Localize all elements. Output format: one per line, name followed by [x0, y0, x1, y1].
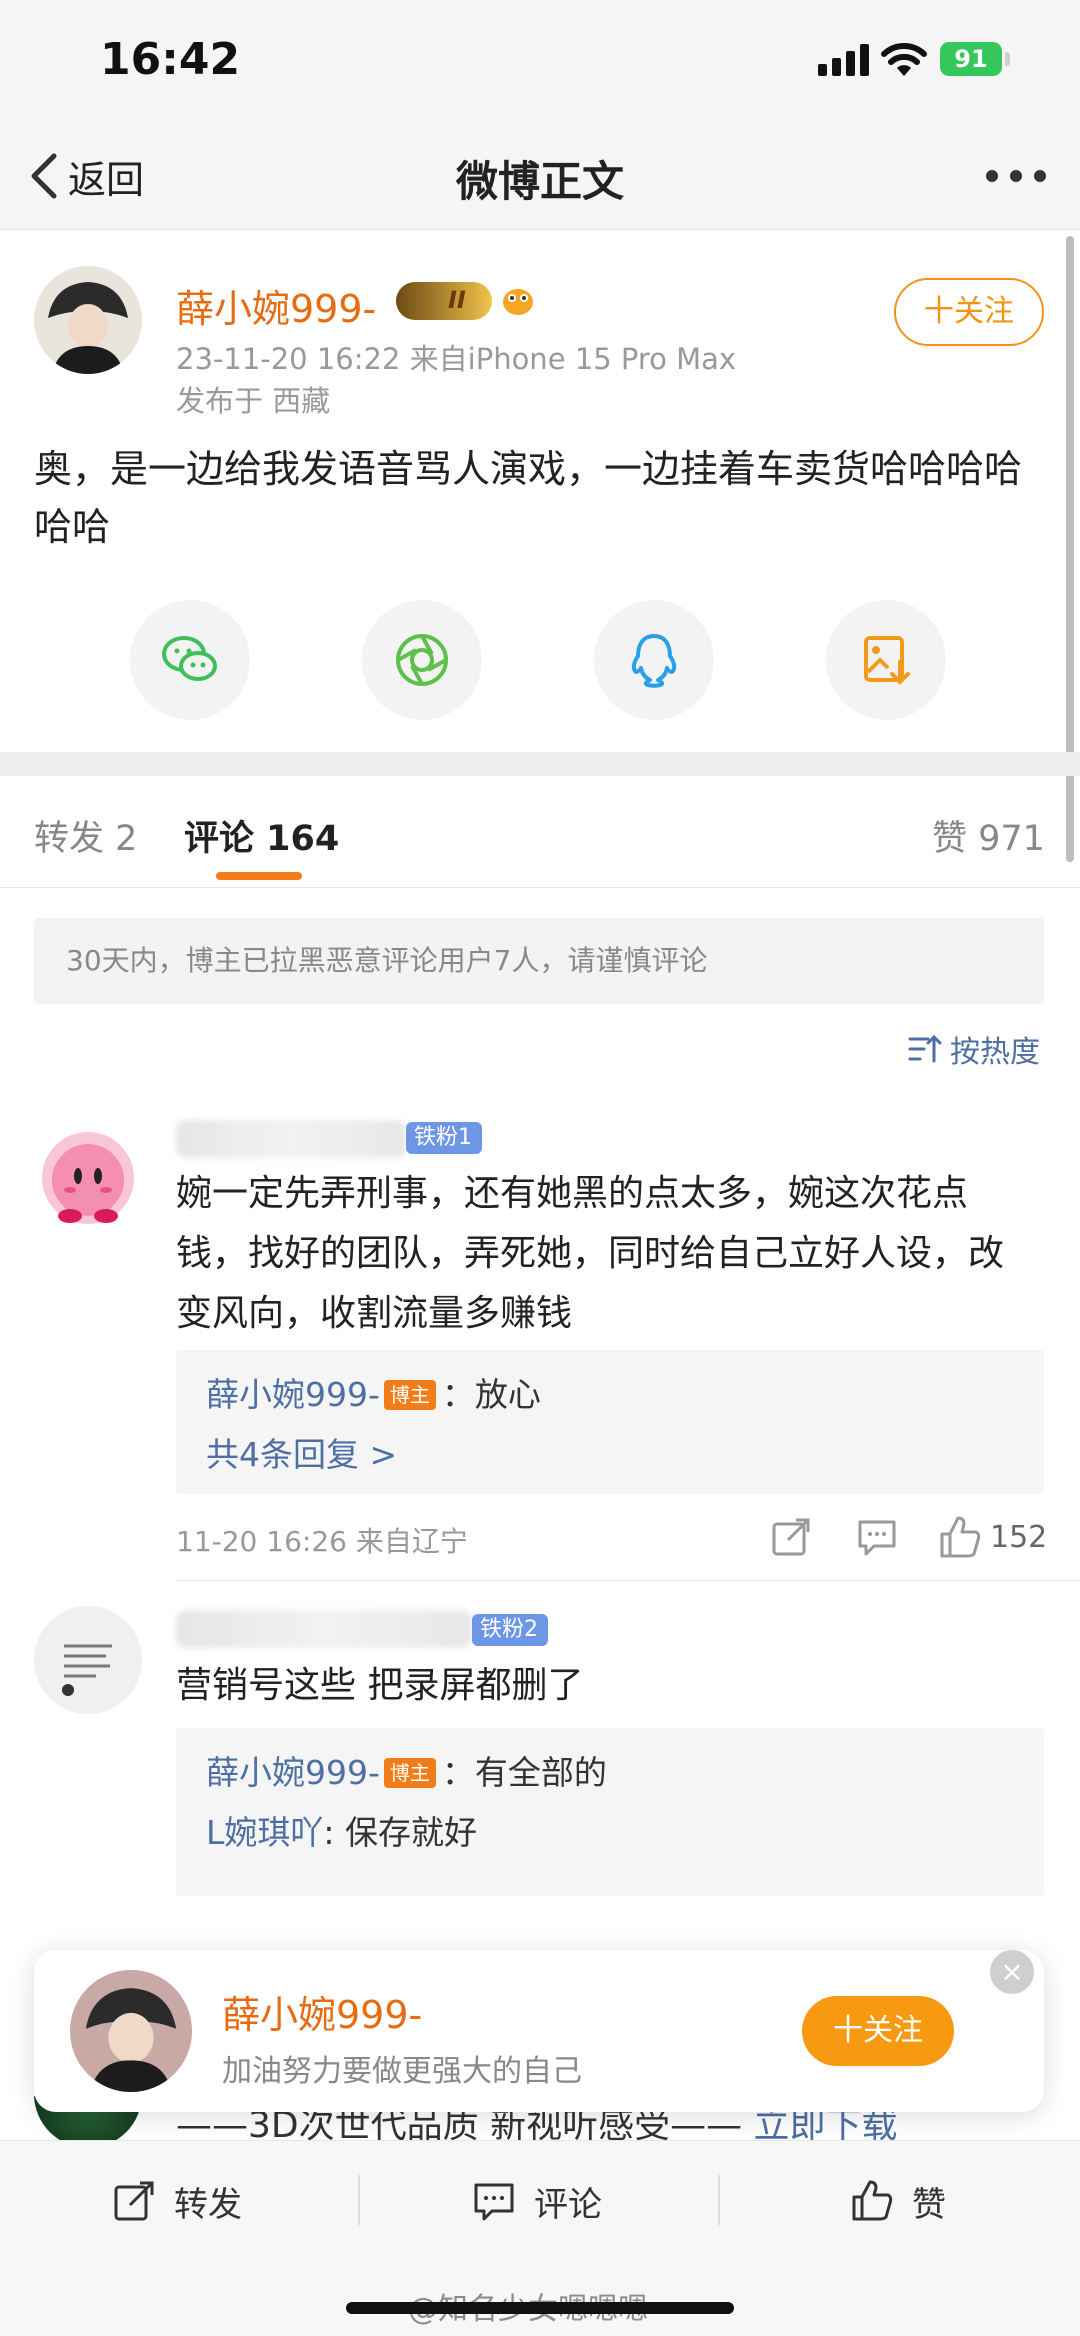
reply-author[interactable]: 薛小婉999- [206, 1753, 380, 1792]
reply-line: 薛小婉999- 博主 ：有全部的 [206, 1746, 607, 1794]
commenter-name-redacted [176, 1610, 472, 1648]
wifi-icon [881, 43, 927, 76]
follow-button[interactable]: 十关注 [894, 278, 1044, 346]
wechat-icon [162, 636, 217, 681]
like-label: 赞 [912, 2184, 946, 2225]
vip-level: II [448, 286, 466, 314]
more-options-icon[interactable] [986, 170, 1046, 186]
battery-icon: 91 [940, 42, 1002, 76]
reply-author[interactable]: L婉琪吖 [206, 1813, 323, 1852]
like-button[interactable]: 赞 [850, 2171, 946, 2231]
card-name[interactable]: 薛小婉999- [222, 1984, 422, 2039]
page-title: 微博正文 [455, 157, 624, 206]
fan-badge: 铁粉1 [406, 1122, 482, 1154]
fan-badge: 铁粉2 [472, 1614, 548, 1646]
card-follow-button[interactable]: 十关注 [802, 1996, 954, 2066]
section-divider [0, 752, 1080, 776]
comment-meta: 11-20 16:26 来自辽宁 [176, 1525, 468, 1558]
goldfish-badge-icon [503, 289, 533, 315]
qq-icon [631, 634, 677, 688]
home-indicator[interactable] [346, 2302, 734, 2314]
nav-bar: 返回 微博正文 [0, 120, 1080, 230]
battery-tip [1005, 52, 1010, 66]
commenter-avatar[interactable] [34, 1606, 142, 1714]
tab-active-indicator [216, 872, 302, 880]
reply-preview[interactable]: 薛小婉999- 博主 ：放心 共4条回复 > [176, 1350, 1044, 1494]
author-name[interactable]: 薛小婉999- [176, 278, 376, 333]
post-tabs: 转发 2 评论 164 赞 971 [0, 776, 1080, 888]
cellular-signal-icon [818, 44, 870, 76]
comment-icon [474, 2183, 514, 2221]
like-icon[interactable] [936, 1512, 986, 1562]
card-avatar[interactable] [70, 1970, 192, 2092]
follow-suggestion-card: 薛小婉999- 加油努力要做更强大的自己 十关注 [34, 1950, 1044, 2112]
commenter-avatar[interactable] [34, 1124, 142, 1232]
comment-icon[interactable] [852, 1512, 902, 1562]
tab-repost[interactable]: 转发 2 [34, 810, 137, 861]
sort-label: 按热度 [950, 1035, 1040, 1070]
save-image-icon [864, 636, 910, 685]
reply-text: ：放心 [441, 1375, 541, 1414]
status-bar: 16:42 91 [0, 0, 1080, 120]
vip-badge-icon [396, 282, 492, 320]
reply-author[interactable]: 薛小婉999- [206, 1375, 380, 1414]
post-body: 奥，是一边给我发语音骂人演戏，一边挂着车卖货哈哈哈哈哈哈 [34, 447, 1023, 549]
save-image-button[interactable] [826, 600, 946, 720]
reply-text: : 保存就好 [323, 1813, 477, 1852]
share-qq-button[interactable] [594, 600, 714, 720]
comment-text: 婉一定先弄刑事，还有她黑的点太多，婉这次花点钱，找好的团队，弄死她，同时给自己立… [176, 1173, 1005, 1334]
share-wechat-button[interactable] [130, 600, 250, 720]
comment-notice: 30天内，博主已拉黑恶意评论用户7人，请谨慎评论 [34, 918, 1044, 1004]
comment-divider [176, 1580, 1080, 1581]
card-subtitle: 加油努力要做更强大的自己 [222, 2054, 582, 2089]
repost-button[interactable]: 转发 [112, 2171, 242, 2231]
host-tag: 博主 [383, 1758, 436, 1788]
like-icon [852, 2180, 893, 2221]
reply-line: L婉琪吖: 保存就好 [206, 1806, 477, 1854]
repost-icon[interactable] [766, 1512, 816, 1562]
more-replies-link[interactable]: 共4条回复 > [206, 1428, 397, 1476]
commenter-name-redacted [176, 1120, 406, 1158]
comment-footer: 11-20 16:26 来自辽宁 152 [176, 1512, 1048, 1562]
sort-icon [908, 1034, 942, 1063]
separator [718, 2175, 720, 2225]
repost-label: 转发 [174, 2184, 242, 2225]
post-location: 发布于 西藏 [176, 384, 331, 418]
close-icon[interactable]: × [990, 1950, 1034, 1994]
comment-text: 营销号这些 把录屏都删了 [176, 1665, 584, 1706]
comment-button[interactable]: 评论 [472, 2171, 602, 2231]
share-row [0, 600, 1080, 720]
comment-label: 评论 [534, 2184, 602, 2225]
battery-level: 91 [954, 45, 988, 73]
reply-line: 薛小婉999- 博主 ：放心 [206, 1368, 541, 1416]
tab-comments[interactable]: 评论 164 [184, 810, 339, 861]
host-tag: 博主 [383, 1380, 436, 1410]
share-moments-button[interactable] [362, 600, 482, 720]
post-meta: 23-11-20 16:22 来自iPhone 15 Pro Max [176, 342, 737, 376]
repost-icon [114, 2181, 154, 2221]
author-avatar[interactable] [34, 266, 142, 374]
separator [358, 2175, 360, 2225]
status-time: 16:42 [100, 34, 241, 85]
tab-likes[interactable]: 赞 971 [932, 810, 1045, 861]
sort-by-hot-button[interactable]: 按热度 [906, 1026, 1040, 1072]
moments-icon [396, 634, 448, 686]
reply-preview[interactable]: 薛小婉999- 博主 ：有全部的 L婉琪吖: 保存就好 [176, 1728, 1044, 1896]
like-count: 152 [990, 1520, 1048, 1555]
reply-text: ：有全部的 [441, 1753, 607, 1792]
